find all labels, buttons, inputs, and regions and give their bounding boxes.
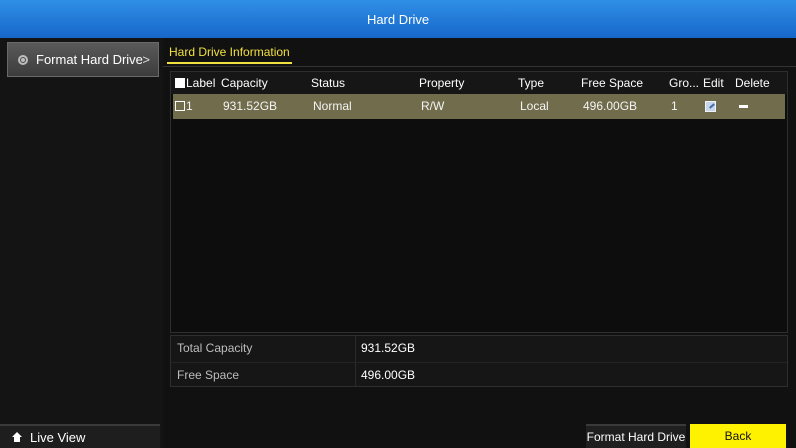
total-capacity-value: 931.52GB: [361, 341, 416, 355]
back-button[interactable]: Back: [690, 424, 786, 448]
sidebar-item-label: Format Hard Drive: [36, 52, 143, 67]
free-space-label: Free Space: [177, 368, 240, 382]
summary-row-free-space: Free Space 496.00GB: [171, 362, 787, 387]
header-free-space: Free Space: [581, 76, 644, 90]
cell-status: Normal: [313, 99, 352, 113]
main-panel: Hard Drive Information Label Capacity St…: [163, 38, 796, 448]
header-edit: Edit: [703, 76, 724, 90]
cell-free-space: 496.00GB: [583, 99, 638, 113]
table-header: Label Capacity Status Property Type Free…: [171, 72, 787, 94]
header-status: Status: [311, 76, 346, 90]
header-type: Type: [518, 76, 545, 90]
delete-icon[interactable]: [739, 105, 748, 108]
tab-hard-drive-information[interactable]: Hard Drive Information: [167, 44, 292, 64]
home-icon: [12, 432, 22, 442]
free-space-value: 496.00GB: [361, 368, 416, 382]
select-all-checkbox[interactable]: [175, 78, 185, 88]
header-label: Label: [175, 72, 215, 94]
cell-capacity: 931.52GB: [223, 99, 278, 113]
chevron-right-icon: >: [142, 52, 150, 67]
header-delete: Delete: [735, 76, 770, 90]
header-property: Property: [419, 76, 465, 90]
hard-drive-table: Label Capacity Status Property Type Free…: [170, 71, 788, 333]
live-view-label: Live View: [30, 429, 86, 445]
summary-row-total-capacity: Total Capacity 931.52GB: [171, 336, 787, 361]
window-title-bar: Hard Drive: [0, 0, 796, 38]
cell-label: 1: [175, 94, 193, 119]
sidebar: Format Hard Drive >: [0, 38, 163, 448]
summary-panel: Total Capacity 931.52GB Free Space 496.0…: [170, 335, 788, 387]
cell-type: Local: [520, 99, 549, 113]
gear-icon: [18, 54, 28, 65]
live-view-button[interactable]: Live View: [0, 424, 160, 448]
window-title: Hard Drive: [366, 11, 430, 27]
cell-property: R/W: [421, 99, 445, 113]
sidebar-item-format-hard-drive[interactable]: Format Hard Drive >: [7, 42, 159, 77]
edit-icon[interactable]: [705, 101, 716, 112]
total-capacity-label: Total Capacity: [177, 341, 253, 355]
row-checkbox[interactable]: [175, 101, 185, 111]
cell-group: 1: [671, 99, 678, 113]
format-hard-drive-button[interactable]: Format Hard Drive: [586, 424, 686, 448]
tab-divider: [163, 66, 796, 67]
header-capacity: Capacity: [221, 76, 268, 90]
header-group: Gro...: [669, 76, 700, 90]
table-row[interactable]: 1 931.52GB Normal R/W Local 496.00GB 1: [173, 94, 785, 119]
